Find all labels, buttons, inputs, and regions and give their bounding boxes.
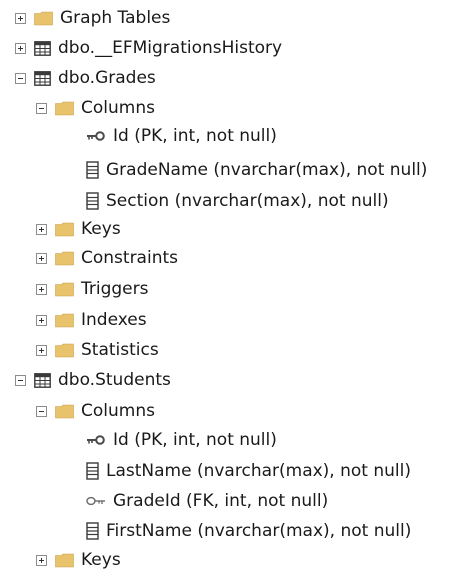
tree-node-folder[interactable]: Statistics [36, 335, 159, 365]
folder-icon [55, 553, 74, 568]
expand-plus-icon[interactable] [36, 344, 47, 356]
folder-icon [55, 313, 74, 328]
tree-node-folder[interactable]: Keys [36, 545, 121, 575]
primary-key-icon [86, 130, 106, 142]
tree-node-folder[interactable]: Triggers [36, 274, 149, 304]
tree-node-folder[interactable]: Keys [36, 214, 121, 244]
tree-node-label: Section (nvarchar(max), not null) [106, 191, 389, 211]
tree-node-label: Keys [81, 550, 121, 570]
tree-node-pk[interactable]: Id (PK, int, not null) [86, 425, 277, 455]
tree-node-fk[interactable]: GradeId (FK, int, not null) [86, 486, 328, 516]
expand-plus-icon[interactable] [15, 12, 26, 24]
folder-icon [55, 222, 74, 237]
tree-node-label: FirstName (nvarchar(max), not null) [106, 521, 412, 541]
table-icon [34, 40, 51, 56]
tree-node-folder[interactable]: Columns [36, 396, 155, 426]
primary-key-icon [86, 434, 106, 446]
tree-node-table[interactable]: dbo.Grades [15, 63, 156, 93]
tree-node-label: Statistics [81, 340, 159, 360]
tree-node-label: Id (PK, int, not null) [113, 126, 277, 146]
foreign-key-icon [86, 495, 106, 507]
object-explorer-tree: Graph Tables dbo.__EFMigrationsHistory d… [0, 0, 453, 570]
collapse-minus-icon[interactable] [15, 72, 26, 84]
collapse-minus-icon[interactable] [36, 405, 47, 417]
tree-node-label: Graph Tables [60, 8, 171, 28]
tree-node-folder[interactable]: Constraints [36, 243, 178, 273]
tree-node-label: Constraints [81, 248, 178, 268]
tree-node-folder[interactable]: Graph Tables [15, 3, 170, 33]
column-icon [86, 161, 99, 179]
collapse-minus-icon[interactable] [36, 102, 47, 114]
tree-node-label: Columns [81, 401, 155, 421]
column-icon [86, 522, 99, 540]
expand-plus-icon[interactable] [36, 223, 47, 235]
tree-node-label: dbo.__EFMigrationsHistory [58, 38, 283, 58]
folder-icon [55, 251, 74, 266]
folder-icon [55, 282, 74, 297]
tree-node-label: Keys [81, 219, 121, 239]
expand-plus-icon[interactable] [36, 554, 47, 566]
tree-node-folder[interactable]: Columns [36, 93, 155, 123]
tree-node-label: Triggers [81, 279, 149, 299]
folder-icon [55, 404, 74, 419]
tree-node-column[interactable]: Section (nvarchar(max), not null) [86, 186, 389, 216]
folder-icon [55, 101, 74, 116]
tree-node-label: Id (PK, int, not null) [113, 430, 277, 450]
collapse-minus-icon[interactable] [15, 374, 26, 386]
folder-icon [55, 343, 74, 358]
tree-node-table[interactable]: dbo.Students [15, 365, 171, 395]
tree-node-label: LastName (nvarchar(max), not null) [106, 461, 411, 481]
column-icon [86, 462, 99, 480]
tree-node-table[interactable]: dbo.__EFMigrationsHistory [15, 33, 282, 63]
tree-node-label: GradeName (nvarchar(max), not null) [106, 160, 428, 180]
expand-plus-icon[interactable] [15, 42, 26, 54]
tree-node-label: dbo.Grades [58, 68, 156, 88]
table-icon [34, 372, 51, 388]
expand-plus-icon[interactable] [36, 252, 47, 264]
expand-plus-icon[interactable] [36, 283, 47, 295]
tree-node-label: Columns [81, 98, 155, 118]
tree-node-label: GradeId (FK, int, not null) [113, 491, 329, 511]
tree-node-pk[interactable]: Id (PK, int, not null) [86, 121, 277, 151]
tree-node-folder[interactable]: Indexes [36, 305, 147, 335]
column-icon [86, 192, 99, 210]
folder-icon [34, 11, 53, 26]
table-icon [34, 70, 51, 86]
tree-node-label: Indexes [81, 310, 147, 330]
tree-node-column[interactable]: FirstName (nvarchar(max), not null) [86, 516, 411, 546]
tree-node-label: dbo.Students [58, 370, 171, 390]
tree-node-column[interactable]: LastName (nvarchar(max), not null) [86, 456, 411, 486]
expand-plus-icon[interactable] [36, 314, 47, 326]
tree-node-column[interactable]: GradeName (nvarchar(max), not null) [86, 155, 427, 185]
